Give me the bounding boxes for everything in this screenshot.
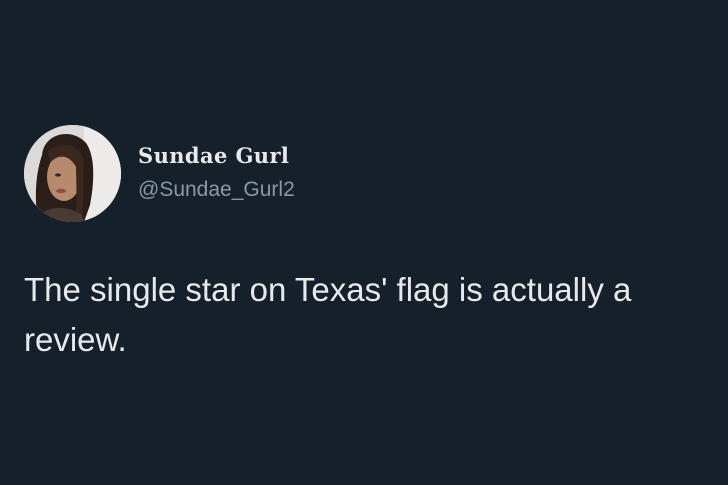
avatar[interactable] [24, 125, 121, 222]
tweet-text: The single star on Texas' flag is actual… [24, 271, 632, 358]
profile-photo-icon [24, 125, 121, 222]
author-handle[interactable]: @Sundae_Gurl2 [138, 178, 295, 202]
tweet-card: Sundae Gurl @Sundae_Gurl2 The single sta… [0, 0, 728, 485]
author-display-name[interactable]: Sundae Gurl [138, 143, 289, 168]
